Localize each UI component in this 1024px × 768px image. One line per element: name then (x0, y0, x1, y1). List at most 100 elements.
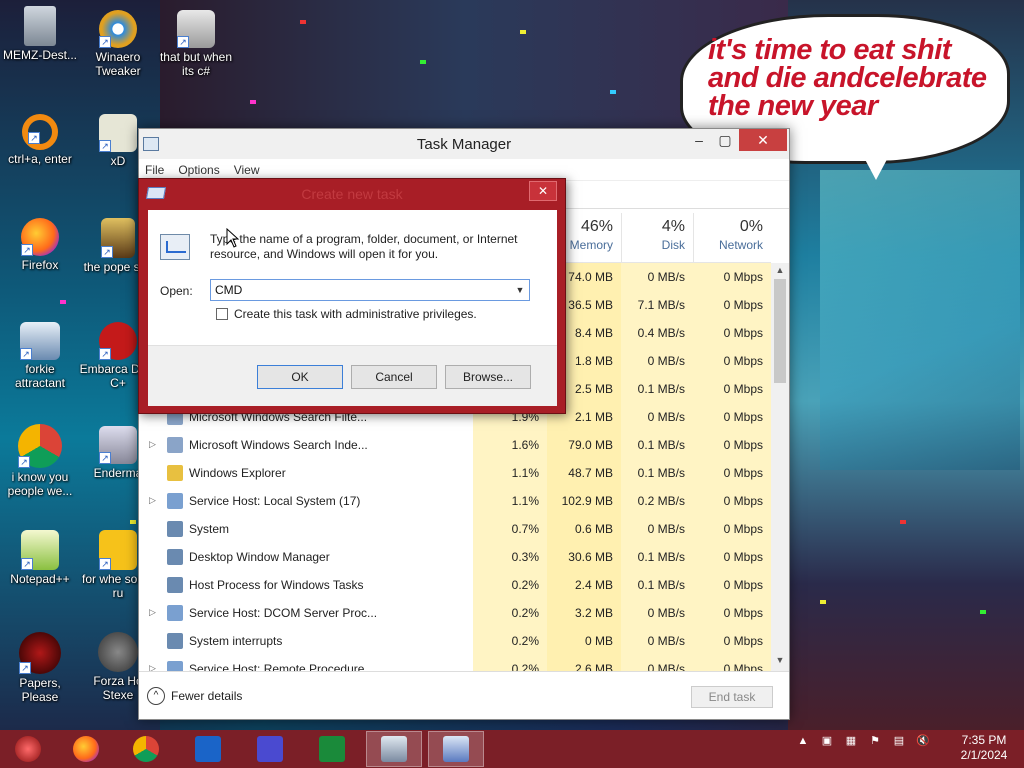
process-row[interactable]: Windows Explorer 1.1% 48.7 MB 0.1 MB/s 0 Mbp… (139, 459, 771, 487)
battery-icon[interactable]: ▣ (820, 734, 834, 747)
column-header-network[interactable]: 0% Network (693, 213, 771, 263)
minimize-button[interactable]: – (685, 129, 713, 151)
scroll-down-arrow[interactable]: ▼ (771, 655, 789, 665)
process-memory: 2.4 MB (547, 571, 621, 599)
taskbar-task-manager[interactable] (366, 731, 422, 767)
process-row[interactable]: System interrupts 0.2% 0 MB 0 MB/s 0 Mbps (139, 627, 771, 655)
menu-view[interactable]: View (234, 163, 260, 177)
process-cpu: 0.2% (473, 655, 547, 671)
excel-icon (319, 736, 345, 762)
checkbox-box[interactable] (216, 308, 228, 320)
process-disk: 7.1 MB/s (621, 291, 693, 319)
run-dialog-icon (443, 736, 469, 762)
process-disk: 0 MB/s (621, 599, 693, 627)
process-row[interactable]: ▷ Service Host: Remote Procedure... 0.2% 2.… (139, 655, 771, 671)
desktop-icon-memz[interactable]: MEMZ-Dest... (0, 6, 80, 62)
admin-privileges-checkbox[interactable]: Create this task with administrative pri… (216, 307, 477, 321)
yellow-di-icon: ↗ (99, 530, 137, 570)
flash-icon (98, 632, 138, 672)
scroll-up-arrow[interactable]: ▲ (771, 265, 789, 275)
speech-bubble-tail (860, 150, 892, 180)
taskbar-firefox[interactable] (58, 731, 114, 767)
process-memory: 48.7 MB (547, 459, 621, 487)
desktop-icon-chrome[interactable]: ↗ i know you people we... (0, 424, 80, 498)
start-button[interactable] (0, 731, 56, 767)
process-row[interactable]: System 0.7% 0.6 MB 0 MB/s 0 Mbps (139, 515, 771, 543)
process-network: 0 Mbps (693, 515, 771, 543)
process-network: 0 Mbps (693, 291, 771, 319)
desktop-icon-firefox[interactable]: ↗ Firefox (0, 218, 80, 272)
process-row[interactable]: ▷ Service Host: DCOM Server Proc... 0.2% 3.… (139, 599, 771, 627)
display-icon[interactable]: ▤ (892, 734, 906, 747)
action-center-flag-icon[interactable]: ⚑ (868, 734, 882, 747)
process-disk: 0 MB/s (621, 347, 693, 375)
open-input[interactable] (215, 282, 505, 298)
process-disk: 0 MB/s (621, 263, 693, 291)
expand-arrow-icon[interactable]: ▷ (149, 439, 156, 450)
taskbar-outlook[interactable] (180, 731, 236, 767)
recycle-bin-icon (24, 6, 56, 46)
process-icon (167, 605, 183, 621)
expand-arrow-icon[interactable]: ▷ (149, 663, 156, 671)
network-icon[interactable]: ▦ (844, 734, 858, 747)
show-hidden-icons-icon[interactable]: ▲ (796, 735, 810, 747)
column-header-disk[interactable]: 4% Disk (621, 213, 693, 263)
process-network: 0 Mbps (693, 319, 771, 347)
process-memory: 79.0 MB (547, 431, 621, 459)
process-list-scrollbar[interactable]: ▲ ▼ (771, 263, 789, 671)
process-row[interactable]: Host Process for Windows Tasks 0.2% 2.4 MB… (139, 571, 771, 599)
process-row[interactable]: ▷ Service Host: Local System (17) 1.1% 102.… (139, 487, 771, 515)
task-manager-titlebar[interactable]: Task Manager – ▢ ✕ (139, 129, 789, 159)
process-icon (167, 521, 183, 537)
taskbar-chrome[interactable] (118, 731, 174, 767)
desktop-icon-notepadpp[interactable]: ↗ Notepad++ (0, 530, 80, 586)
desktop-icon-ctrl-a[interactable]: ↗ ctrl+a, enter (0, 114, 80, 166)
process-disk: 0 MB/s (621, 655, 693, 671)
taskbar-run-dialog[interactable] (428, 731, 484, 767)
expand-arrow-icon[interactable]: ▷ (149, 495, 156, 506)
admin-privileges-label: Create this task with administrative pri… (234, 307, 477, 321)
process-row[interactable]: ▷ Microsoft Windows Search Inde... 1.6% 79.… (139, 431, 771, 459)
notepadpp-icon: ↗ (21, 530, 59, 570)
taskbar-excel[interactable] (304, 731, 360, 767)
process-row[interactable]: Desktop Window Manager 0.3% 30.6 MB 0.1 MB/… (139, 543, 771, 571)
ok-button[interactable]: OK (257, 365, 343, 389)
process-cpu: 1.6% (473, 431, 547, 459)
cancel-button[interactable]: Cancel (351, 365, 437, 389)
desktop-icon-papers-please[interactable]: ↗ Papers, Please (0, 632, 80, 704)
taskbar-settings[interactable] (242, 731, 298, 767)
process-cpu: 0.2% (473, 599, 547, 627)
open-combobox[interactable]: ▼ (210, 279, 530, 301)
dialog-close-button[interactable]: ✕ (529, 181, 557, 201)
scroll-thumb[interactable] (774, 279, 786, 383)
end-task-button[interactable]: End task (691, 686, 773, 708)
mouse-cursor-icon (226, 228, 240, 248)
process-disk: 0.1 MB/s (621, 431, 693, 459)
chevron-down-icon[interactable]: ▼ (513, 283, 527, 297)
menu-options[interactable]: Options (178, 163, 219, 177)
desktop-icon-winaero[interactable]: ↗ Winaero Tweaker (78, 10, 158, 78)
dialog-message: Type the name of a program, folder, docu… (210, 232, 518, 261)
browse-button[interactable]: Browse... (445, 365, 531, 389)
process-name: Service Host: DCOM Server Proc... (189, 606, 378, 620)
dialog-title: Create new task (301, 186, 403, 202)
clock-date: 2/1/2024 (960, 748, 1008, 762)
close-button[interactable]: ✕ (739, 129, 787, 151)
expand-arrow-icon[interactable]: ▷ (149, 607, 156, 618)
process-cpu: 0.3% (473, 543, 547, 571)
menu-file[interactable]: File (145, 163, 164, 177)
process-network: 0 Mbps (693, 571, 771, 599)
desktop-icon-csharp[interactable]: ↗ that but when its c# (156, 10, 236, 78)
dialog-titlebar[interactable]: Create new task ✕ (139, 179, 565, 209)
fewer-details-button[interactable]: ^ Fewer details (147, 687, 242, 705)
maximize-button[interactable]: ▢ (711, 129, 739, 151)
desktop-icon-forkie[interactable]: ↗ forkie attractant (0, 322, 80, 390)
volume-muted-icon[interactable]: 🔇 (916, 734, 930, 747)
taskbar-clock[interactable]: 7:35 PM 2/1/2024 (952, 733, 1016, 763)
process-icon (167, 493, 183, 509)
process-network: 0 Mbps (693, 655, 771, 671)
media-file-icon: ↗ (101, 218, 135, 258)
process-icon (167, 465, 183, 481)
orange-ring-icon: ↗ (22, 114, 58, 150)
process-network: 0 Mbps (693, 543, 771, 571)
